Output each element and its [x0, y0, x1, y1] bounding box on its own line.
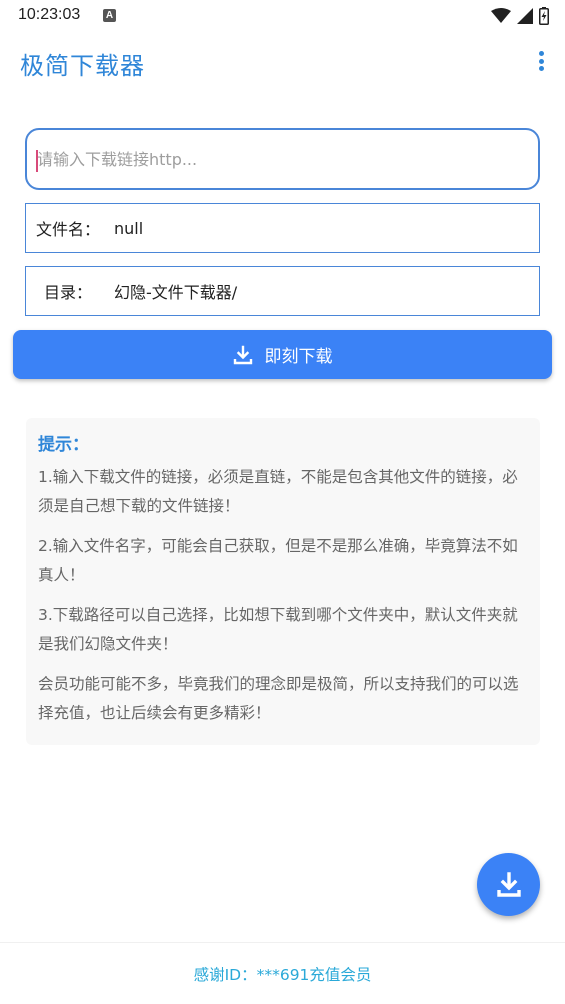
text-caret — [36, 150, 38, 172]
footer-text: 感谢ID：***691充值会员 — [193, 965, 372, 984]
filename-field[interactable]: 文件名： null — [25, 203, 540, 253]
tip-item: 2.输入文件名字，可能会自己获取，但是不是那么准确，毕竟算法不如真人！ — [38, 537, 518, 584]
url-input-container[interactable] — [25, 128, 540, 190]
fab-download-button[interactable] — [477, 853, 540, 916]
tip-item: 会员功能可能不多，毕竟我们的理念即是极简，所以支持我们的可以选择充值，也让后续会… — [38, 675, 519, 722]
wifi-icon — [491, 8, 511, 23]
battery-charging-icon — [539, 7, 549, 25]
status-bar: 10:23:03 A — [0, 0, 565, 32]
directory-label: 目录： — [44, 283, 93, 302]
status-icons — [491, 6, 549, 26]
tips-card: 提示： 1.输入下载文件的链接，必须是直链，不能是包含其他文件的链接，必须是自己… — [26, 418, 540, 745]
notification-a-icon: A — [103, 9, 116, 22]
status-time: 10:23:03 — [18, 6, 81, 23]
app-bar: 极简下载器 — [0, 32, 565, 92]
download-icon — [496, 871, 521, 897]
download-button-label: 即刻下载 — [264, 347, 333, 367]
more-vert-icon[interactable] — [533, 48, 549, 74]
signal-icon — [517, 8, 533, 24]
download-icon — [233, 345, 252, 364]
directory-value[interactable]: 幻隐-文件下载器/ — [114, 279, 237, 303]
app-title: 极简下载器 — [20, 52, 145, 80]
footer: 感谢ID：***691充值会员 — [0, 942, 565, 1004]
url-input[interactable] — [27, 130, 538, 188]
directory-field[interactable]: 目录： 幻隐-文件下载器/ — [25, 266, 540, 316]
tip-item: 1.输入下载文件的链接，必须是直链，不能是包含其他文件的链接，必须是自己想下载的… — [38, 468, 518, 515]
filename-value[interactable]: null — [114, 219, 143, 238]
tip-item: 3.下载路径可以自己选择，比如想下载到哪个文件夹中，默认文件夹就是我们幻隐文件夹… — [38, 606, 518, 653]
filename-label: 文件名： — [36, 220, 101, 239]
download-button[interactable]: 即刻下载 — [13, 330, 552, 379]
tips-title: 提示： — [38, 435, 89, 455]
